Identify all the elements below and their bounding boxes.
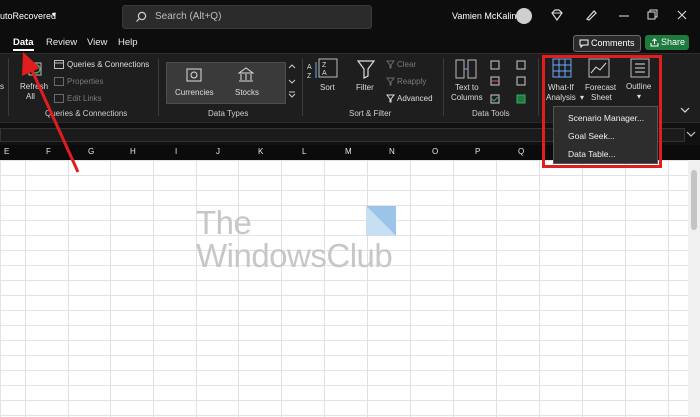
highlight-box — [542, 55, 662, 168]
